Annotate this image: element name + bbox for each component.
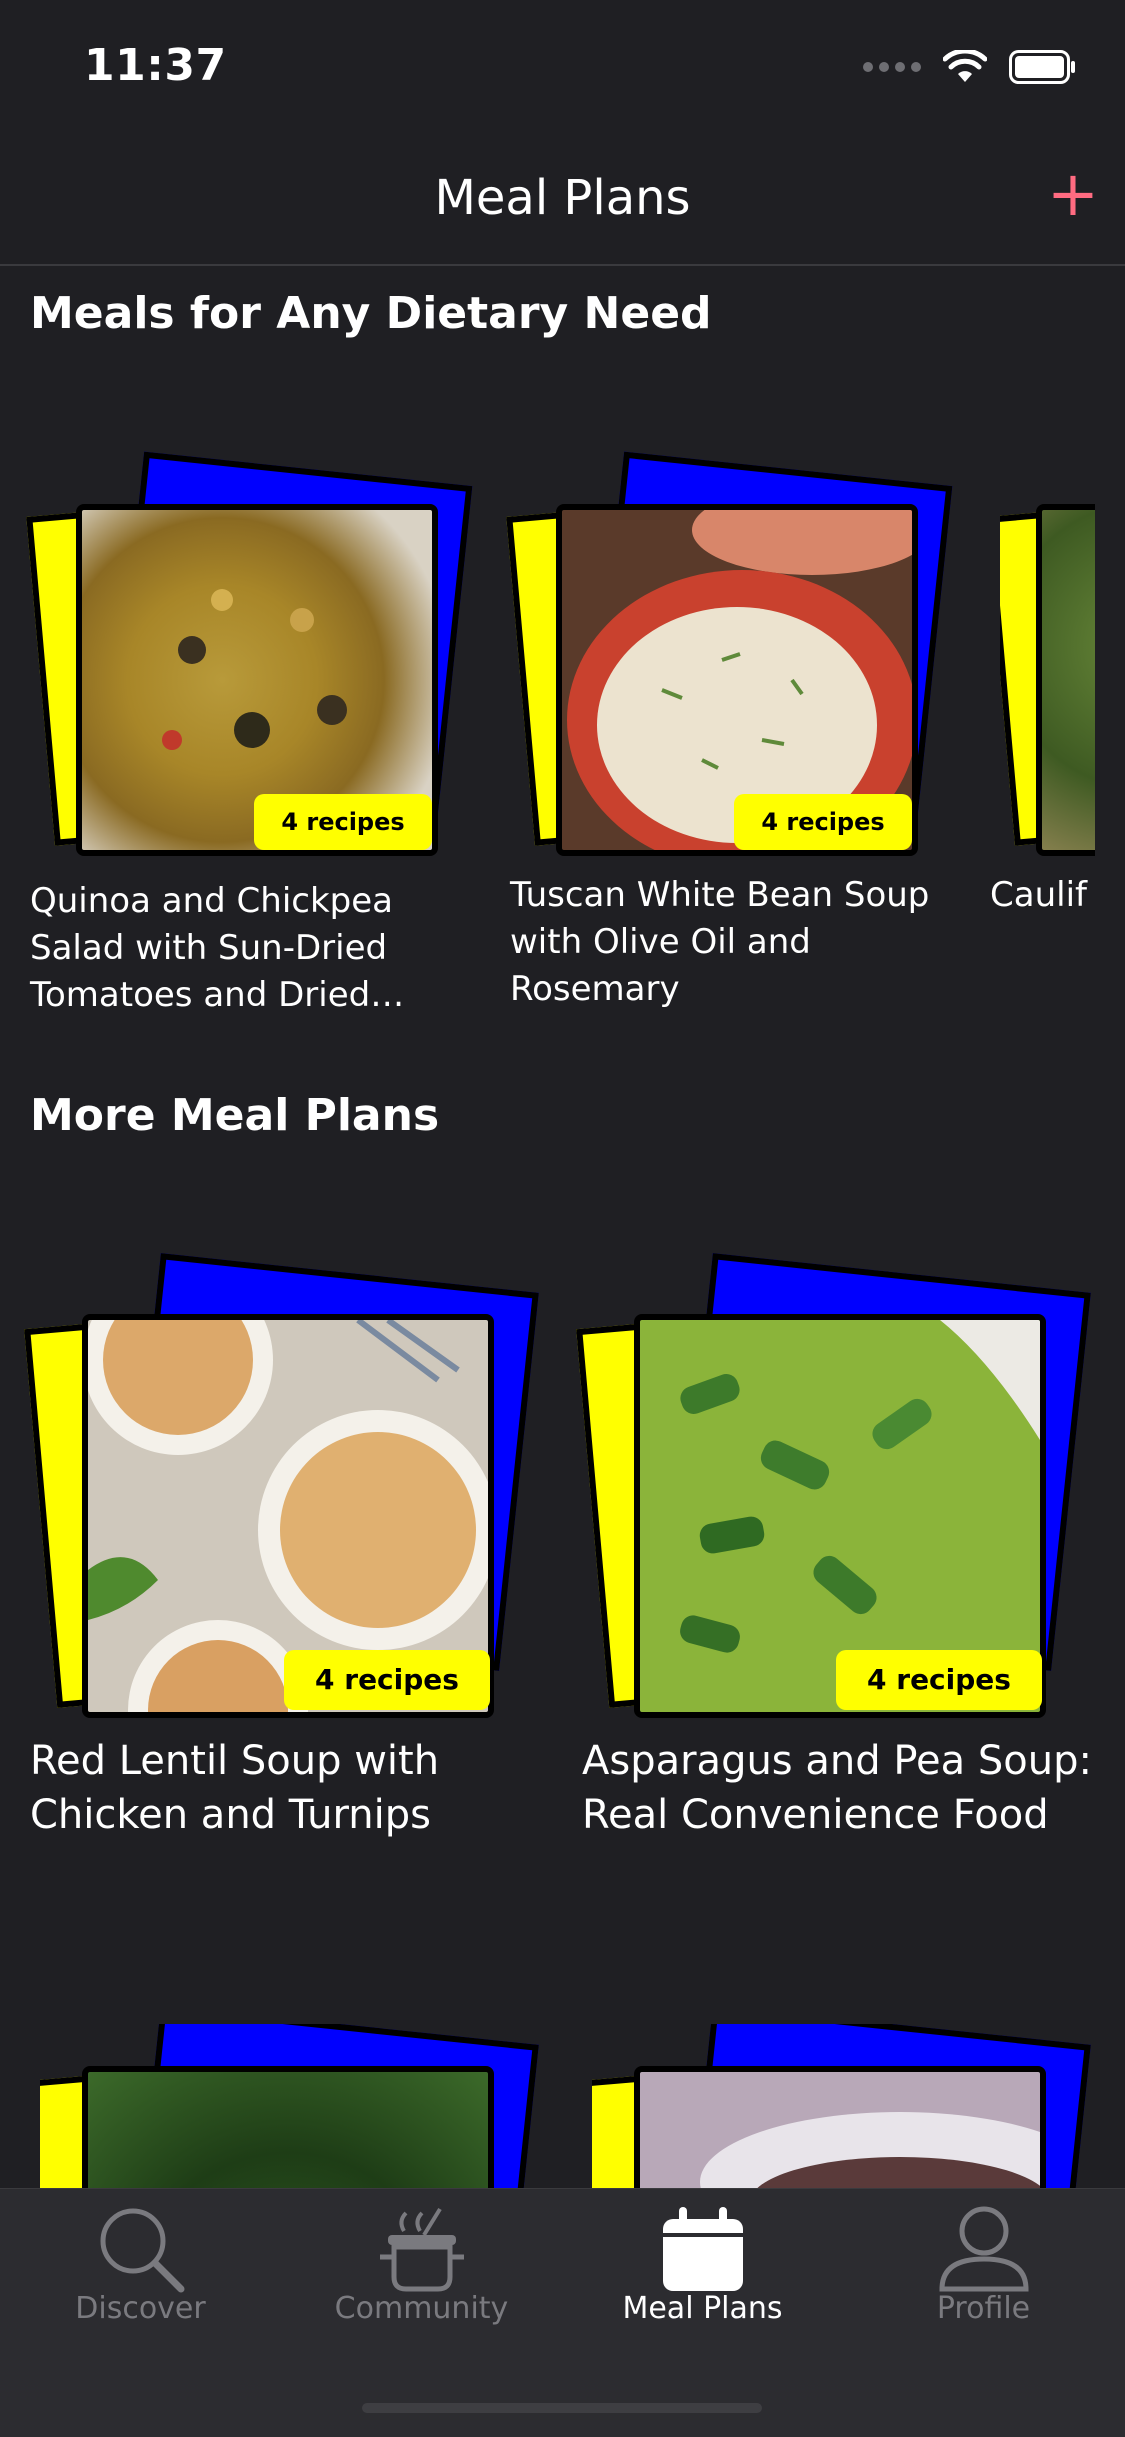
meal-plan-card[interactable]: 4 recipes xyxy=(26,451,473,868)
meal-plan-card[interactable] xyxy=(40,2024,540,2188)
section-title-dietary: Meals for Any Dietary Need xyxy=(30,288,712,339)
cellular-signal-icon xyxy=(863,62,921,72)
calendar-icon xyxy=(662,2207,743,2291)
tab-label: Discover xyxy=(75,2291,206,2326)
meal-plan-card[interactable]: 4 recipes xyxy=(24,1253,540,1732)
status-bar: 11:37 xyxy=(0,0,1125,140)
battery-icon xyxy=(1009,50,1075,84)
home-indicator[interactable] xyxy=(362,2403,762,2413)
meal-plan-title[interactable]: Caulif and Ve xyxy=(990,872,1095,919)
recipe-count-badge: 4 recipes xyxy=(254,794,432,850)
meal-plan-title[interactable]: Tuscan White Bean Soup with Olive Oil an… xyxy=(510,872,960,1013)
wifi-icon xyxy=(943,50,987,82)
meal-plan-title[interactable]: Red Lentil Soup with Chicken and Turnips xyxy=(30,1734,550,1842)
meal-plan-card[interactable]: 4 recipes xyxy=(576,1253,1092,1732)
tab-bar: Discover Community Meal Plans Profile xyxy=(0,2188,1125,2437)
tab-profile[interactable]: Profile xyxy=(843,2189,1124,2359)
tab-label: Community xyxy=(334,2291,509,2326)
meal-plan-title[interactable]: Quinoa and Chickpea Salad with Sun-Dried… xyxy=(30,878,460,1019)
meal-plan-image xyxy=(1036,504,1095,856)
tab-meal-plans[interactable]: Meal Plans xyxy=(562,2189,843,2359)
section-title-more: More Meal Plans xyxy=(30,1090,440,1141)
tab-label: Meal Plans xyxy=(622,2291,783,2326)
tab-label: Profile xyxy=(936,2291,1031,2326)
meal-plan-card-partial[interactable] xyxy=(1000,468,1095,868)
search-icon xyxy=(100,2208,184,2293)
food-photo-graphic xyxy=(700,2112,1040,2188)
person-icon xyxy=(938,2206,1029,2292)
tab-community[interactable]: Community xyxy=(281,2189,562,2359)
recipe-count-badge: 4 recipes xyxy=(284,1650,490,1710)
meal-plan-title[interactable]: Asparagus and Pea Soup: Real Convenience… xyxy=(582,1734,1102,1842)
meal-plan-card[interactable] xyxy=(592,2024,1092,2188)
meal-plan-card[interactable]: 4 recipes xyxy=(506,451,953,868)
status-time: 11:37 xyxy=(84,40,227,91)
meal-plan-image xyxy=(82,2066,494,2188)
meal-plan-image xyxy=(634,2066,1046,2188)
meal-plan-title-clip: Caulif and Ve xyxy=(990,872,1095,972)
navigation-bar: Meal Plans + xyxy=(0,140,1125,266)
add-meal-plan-button[interactable]: + xyxy=(1047,163,1099,225)
recipe-count-badge: 4 recipes xyxy=(734,794,912,850)
page-title: Meal Plans xyxy=(434,170,691,226)
pot-icon xyxy=(379,2207,464,2292)
recipe-count-badge: 4 recipes xyxy=(836,1650,1042,1710)
tab-discover[interactable]: Discover xyxy=(0,2189,281,2359)
status-icons xyxy=(863,50,1077,84)
